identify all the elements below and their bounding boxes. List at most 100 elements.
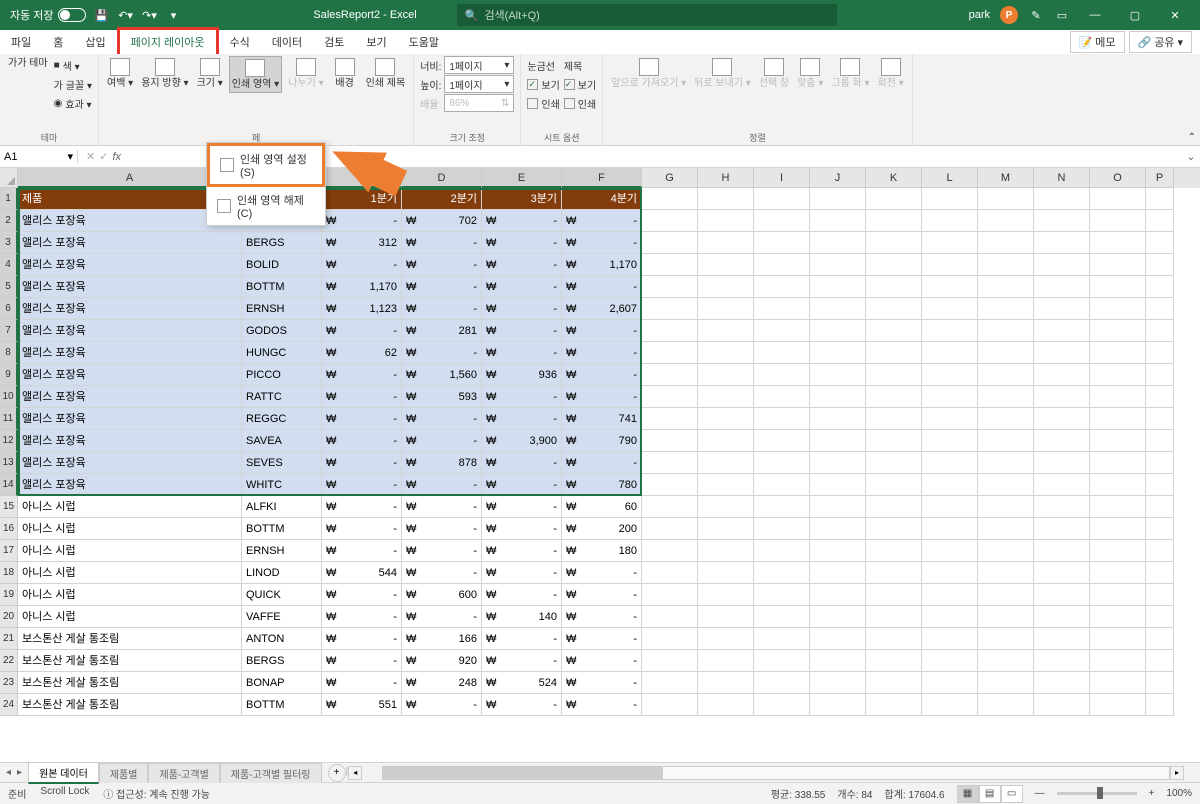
tab-file[interactable]: 파일 — [0, 30, 42, 54]
undo-icon[interactable]: ↶▾ — [118, 7, 134, 23]
cell[interactable] — [866, 276, 922, 298]
cell[interactable] — [698, 650, 754, 672]
cell[interactable] — [1090, 562, 1146, 584]
cell[interactable] — [866, 364, 922, 386]
cell[interactable] — [866, 188, 922, 210]
cell[interactable]: ERNSH — [242, 540, 322, 562]
row-header-9[interactable]: 9 — [0, 364, 18, 386]
cell[interactable]: ₩166 — [402, 628, 482, 650]
cell[interactable] — [922, 650, 978, 672]
cell[interactable]: 앨리스 포장육 — [18, 342, 242, 364]
cell[interactable]: ₩- — [482, 408, 562, 430]
cell[interactable] — [922, 232, 978, 254]
cell[interactable]: ₩- — [482, 562, 562, 584]
cell[interactable]: ₩1,170 — [322, 276, 402, 298]
cell[interactable] — [1146, 650, 1174, 672]
cell[interactable]: ₩- — [562, 210, 642, 232]
cell[interactable]: PICCO — [242, 364, 322, 386]
cell[interactable] — [754, 188, 810, 210]
cell[interactable] — [1090, 540, 1146, 562]
cell[interactable]: 앨리스 포장육 — [18, 430, 242, 452]
cell[interactable] — [978, 254, 1034, 276]
cell[interactable] — [978, 408, 1034, 430]
cell[interactable]: ₩- — [322, 496, 402, 518]
cell[interactable] — [810, 672, 866, 694]
cell[interactable] — [1034, 298, 1090, 320]
fx-icon[interactable]: fx — [112, 151, 121, 163]
cell[interactable] — [1034, 386, 1090, 408]
col-header-O[interactable]: O — [1090, 168, 1146, 188]
cell[interactable] — [1034, 562, 1090, 584]
cell[interactable]: 앨리스 포장육 — [18, 298, 242, 320]
formula-expand-icon[interactable]: ⌄ — [1182, 150, 1200, 163]
cell[interactable] — [1090, 430, 1146, 452]
cell[interactable] — [810, 650, 866, 672]
cell[interactable]: ₩3,900 — [482, 430, 562, 452]
bring-forward-button[interactable]: 앞으로 가져오기 ▾ — [609, 56, 688, 91]
cell[interactable]: ₩741 — [562, 408, 642, 430]
cell[interactable]: ERNSH — [242, 298, 322, 320]
cell[interactable] — [922, 276, 978, 298]
cell[interactable] — [1034, 672, 1090, 694]
cell[interactable] — [698, 452, 754, 474]
cell[interactable] — [1034, 320, 1090, 342]
theme-effects-button[interactable]: ◉ 효과 ▾ — [54, 94, 92, 112]
cell[interactable]: ₩- — [402, 276, 482, 298]
zoom-out-button[interactable]: — — [1035, 788, 1045, 799]
cell[interactable] — [978, 364, 1034, 386]
cell[interactable] — [698, 386, 754, 408]
cell[interactable] — [922, 452, 978, 474]
cell[interactable]: ₩140 — [482, 606, 562, 628]
cell[interactable] — [978, 694, 1034, 716]
zoom-level[interactable]: 100% — [1166, 788, 1192, 799]
cell[interactable] — [1034, 408, 1090, 430]
cell[interactable] — [1090, 364, 1146, 386]
cell[interactable] — [698, 628, 754, 650]
cell[interactable] — [754, 628, 810, 650]
cell[interactable]: GODOS — [242, 320, 322, 342]
cell[interactable] — [1146, 540, 1174, 562]
cell[interactable] — [698, 540, 754, 562]
cell[interactable] — [1090, 650, 1146, 672]
cell[interactable] — [1034, 584, 1090, 606]
cell[interactable]: ₩- — [562, 232, 642, 254]
cell[interactable] — [1034, 254, 1090, 276]
gridlines-view-check[interactable]: 보기 — [527, 75, 559, 93]
cell[interactable]: ₩- — [322, 650, 402, 672]
cell[interactable]: SAVEA — [242, 430, 322, 452]
cell[interactable] — [754, 342, 810, 364]
row-header-15[interactable]: 15 — [0, 496, 18, 518]
cell[interactable] — [1090, 672, 1146, 694]
cell[interactable] — [642, 210, 698, 232]
cell[interactable]: VAFFE — [242, 606, 322, 628]
status-accessibility[interactable]: ⓘ 접근성: 계속 진행 가능 — [103, 786, 210, 801]
tab-view[interactable]: 보기 — [355, 30, 397, 54]
cell[interactable] — [978, 496, 1034, 518]
cell[interactable] — [1146, 342, 1174, 364]
cell[interactable] — [1034, 430, 1090, 452]
cell[interactable]: ₩- — [562, 452, 642, 474]
cell[interactable] — [1090, 320, 1146, 342]
tab-help[interactable]: 도움말 — [398, 30, 450, 54]
cell[interactable] — [698, 496, 754, 518]
row-header-21[interactable]: 21 — [0, 628, 18, 650]
search-input[interactable]: 🔍 검색(Alt+Q) — [457, 4, 837, 26]
user-name[interactable]: park — [969, 9, 990, 21]
cell[interactable] — [642, 540, 698, 562]
cell[interactable]: LINOD — [242, 562, 322, 584]
scale-pct-input[interactable]: 86%⇅ — [444, 94, 514, 112]
cell[interactable] — [642, 606, 698, 628]
cell[interactable] — [754, 672, 810, 694]
cell[interactable] — [754, 298, 810, 320]
cell[interactable]: ₩- — [322, 606, 402, 628]
tab-page-layout[interactable]: 페이지 레이아웃 — [117, 27, 219, 57]
cell[interactable] — [1090, 496, 1146, 518]
row-header-16[interactable]: 16 — [0, 518, 18, 540]
cell[interactable] — [1034, 276, 1090, 298]
cell[interactable]: ₩600 — [402, 584, 482, 606]
row-header-13[interactable]: 13 — [0, 452, 18, 474]
cell[interactable] — [642, 430, 698, 452]
send-backward-button[interactable]: 뒤로 보내기 ▾ — [692, 56, 753, 91]
cell[interactable] — [1146, 232, 1174, 254]
cell[interactable]: ₩- — [402, 562, 482, 584]
